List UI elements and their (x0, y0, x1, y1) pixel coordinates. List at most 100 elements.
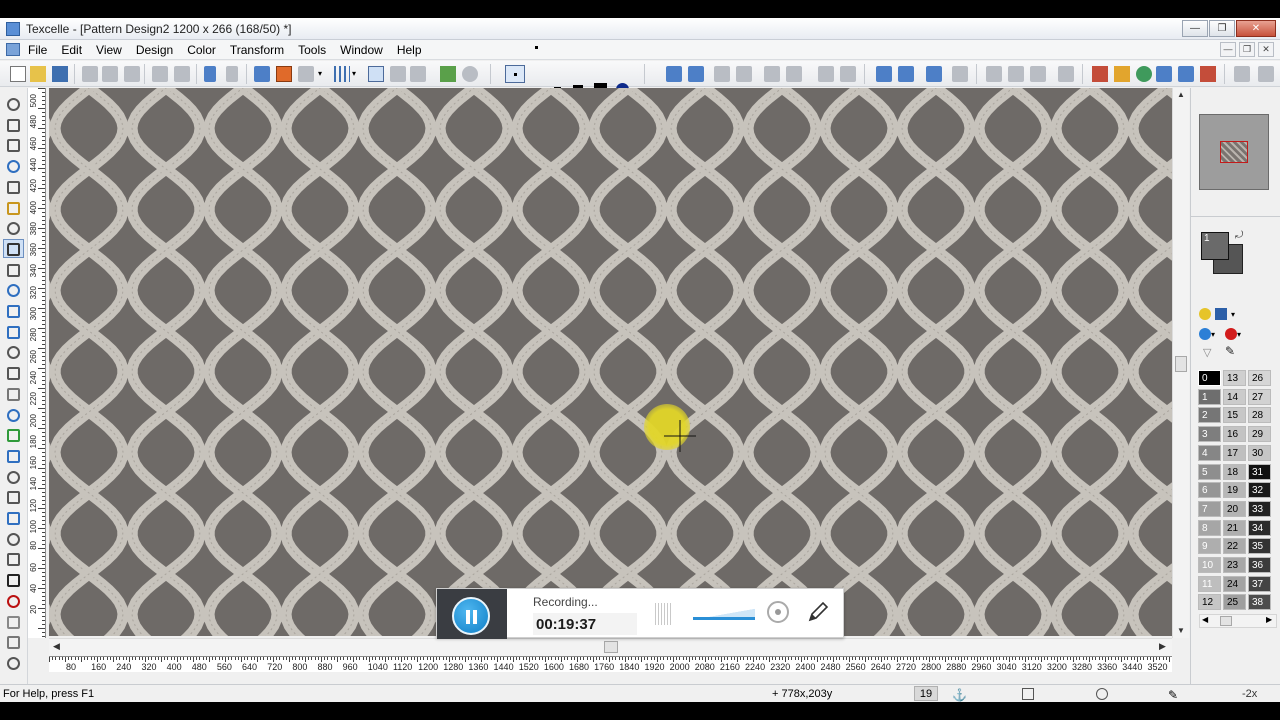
palette-color-cell[interactable]: 3 (1198, 426, 1221, 443)
spline-icon[interactable] (7, 636, 20, 650)
color-selector[interactable]: 1 ⤾ (1199, 230, 1245, 276)
menu-help[interactable]: Help (397, 43, 430, 57)
layer-icon[interactable] (1008, 66, 1024, 82)
new-file-icon[interactable] (10, 66, 26, 82)
palette-color-cell[interactable]: 20 (1223, 500, 1246, 517)
light-bulb-icon[interactable] (1199, 308, 1211, 320)
vertical-scroll-thumb[interactable] (1175, 356, 1187, 372)
stamp-icon[interactable] (7, 387, 20, 401)
pen-annotate-icon[interactable] (805, 599, 831, 625)
palette-color-cell[interactable]: 5 (1198, 463, 1221, 480)
palette-color-cell[interactable]: 0 (1198, 370, 1221, 386)
lasso-red-icon[interactable] (7, 594, 20, 608)
palette-color-cell[interactable]: 29 (1248, 426, 1271, 443)
palette-color-cell[interactable]: 11 (1198, 575, 1221, 592)
color-mode-icon[interactable] (1215, 308, 1227, 320)
tile-icon[interactable] (298, 66, 314, 82)
undo-icon[interactable] (204, 66, 216, 82)
chevron-down-icon[interactable]: ▾ (318, 66, 326, 82)
document-icon[interactable] (6, 43, 20, 56)
step-icon[interactable] (764, 66, 780, 82)
pencil-icon[interactable]: ✎ (1225, 344, 1237, 358)
hand-icon[interactable] (7, 201, 20, 215)
color-reduce-icon[interactable] (1092, 66, 1108, 82)
palette-color-cell[interactable]: 21 (1223, 519, 1246, 536)
palette-scroll-thumb[interactable] (1220, 616, 1232, 626)
ellipse-icon[interactable] (7, 408, 20, 422)
cross-icon[interactable] (7, 574, 20, 588)
line-icon[interactable] (7, 470, 20, 484)
scroll-right-icon[interactable]: ▶ (1159, 641, 1166, 652)
eyedropper-icon[interactable] (7, 242, 20, 256)
doc-close-button[interactable]: ✕ (1258, 42, 1274, 57)
menu-file[interactable]: File (28, 43, 55, 57)
vertical-scrollbar[interactable]: ▲ ▼ (1172, 88, 1189, 638)
menu-view[interactable]: View (96, 43, 130, 57)
paste-icon[interactable] (124, 66, 140, 82)
horizontal-scrollbar[interactable]: ◀ ▶ (49, 638, 1172, 656)
color-palette-icon[interactable] (1114, 66, 1130, 82)
chevron-down-icon[interactable]: ▾ (352, 66, 360, 82)
minimize-button[interactable]: — (1182, 20, 1208, 37)
palette-color-cell[interactable]: 19 (1223, 482, 1246, 499)
swap-colors-icon[interactable]: ⤾ (1235, 230, 1243, 241)
color-grid-icon[interactable] (1200, 66, 1216, 82)
palette-color-cell[interactable]: 28 (1248, 407, 1271, 424)
palette-color-cell[interactable]: 13 (1223, 370, 1246, 386)
redo-icon[interactable] (226, 66, 238, 82)
repeat-view-icon[interactable] (276, 66, 292, 82)
menu-color[interactable]: Color (187, 43, 224, 57)
menu-tools[interactable]: Tools (298, 43, 334, 57)
palette-color-cell[interactable]: 6 (1198, 482, 1221, 499)
smudge-icon[interactable] (7, 615, 20, 629)
volume-slider[interactable] (693, 617, 755, 620)
image-icon[interactable] (440, 66, 456, 82)
close-button[interactable]: ✕ (1236, 20, 1276, 37)
palette-color-cell[interactable]: 27 (1248, 388, 1271, 405)
palette-color-cell[interactable]: 32 (1248, 482, 1271, 499)
no-entry-icon[interactable] (1225, 328, 1237, 340)
half-drop-icon[interactable] (818, 66, 834, 82)
scroll-down-icon[interactable]: ▼ (1177, 626, 1185, 635)
scroll-left-icon[interactable]: ◀ (1202, 615, 1208, 624)
copy-icon[interactable] (102, 66, 118, 82)
palette-color-cell[interactable]: 34 (1248, 519, 1271, 536)
rect-select-icon[interactable] (7, 118, 20, 132)
palette-color-cell[interactable]: 38 (1248, 594, 1271, 611)
record-icon[interactable] (462, 66, 478, 82)
pause-button[interactable] (452, 597, 490, 635)
palette-color-cell[interactable]: 22 (1223, 538, 1246, 555)
eraser-icon[interactable] (7, 367, 20, 381)
grid-icon[interactable] (334, 66, 350, 82)
zoom-icon[interactable] (7, 222, 20, 236)
palette-color-cell[interactable]: 31 (1248, 463, 1271, 480)
menu-design[interactable]: Design (136, 43, 181, 57)
ellipse-select-icon[interactable] (7, 98, 20, 111)
app-icon[interactable] (6, 22, 20, 36)
chevron-down-icon[interactable]: ▾ (1211, 330, 1219, 342)
magic-wand-icon[interactable] (7, 160, 20, 174)
menu-window[interactable]: Window (340, 43, 391, 57)
webcam-icon[interactable] (767, 601, 789, 623)
palette-color-cell[interactable]: 15 (1223, 407, 1246, 424)
group-icon[interactable] (1058, 66, 1074, 82)
palette-color-cell[interactable]: 30 (1248, 444, 1271, 461)
move-icon[interactable] (7, 180, 20, 194)
palette-color-cell[interactable]: 18 (1223, 463, 1246, 480)
color-map-icon[interactable] (1156, 66, 1172, 82)
print-icon[interactable] (152, 66, 168, 82)
palette-color-cell[interactable]: 1 (1198, 388, 1221, 405)
navigator-viewport[interactable] (1220, 141, 1248, 163)
offset-icon[interactable] (786, 66, 802, 82)
menu-edit[interactable]: Edit (61, 43, 90, 57)
brush-size-1[interactable] (505, 65, 525, 83)
palette-color-cell[interactable]: 4 (1198, 444, 1221, 461)
horizontal-scroll-thumb[interactable] (604, 641, 618, 653)
open-folder-icon[interactable] (30, 66, 46, 82)
mountain-icon[interactable] (876, 66, 892, 82)
lasso-icon[interactable] (7, 139, 20, 153)
palette-color-cell[interactable]: 10 (1198, 557, 1221, 573)
chevron-down-icon[interactable]: ▾ (1237, 330, 1245, 342)
palette-color-cell[interactable]: 16 (1223, 426, 1246, 443)
mirror-icon[interactable] (714, 66, 730, 82)
